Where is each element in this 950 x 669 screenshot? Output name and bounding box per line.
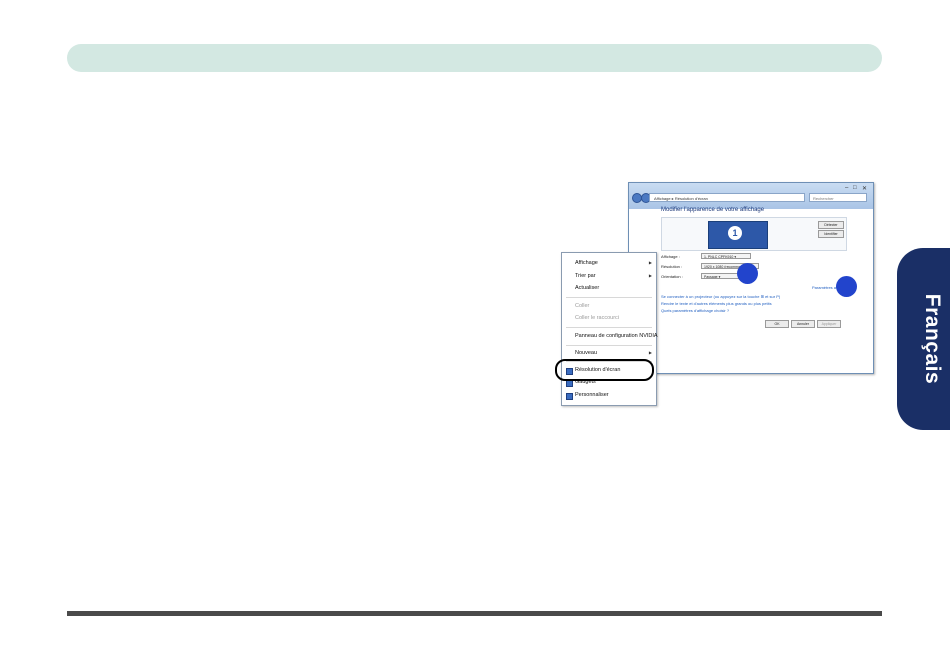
resolution-label: Résolution : xyxy=(661,264,683,269)
monitor-number: 1 xyxy=(728,226,742,240)
apply-button[interactable]: Appliquer xyxy=(817,320,841,328)
submenu-arrow-icon: ▶ xyxy=(648,260,652,265)
orientation-label: Orientation : xyxy=(661,274,683,279)
personalize-icon xyxy=(566,393,573,400)
menu-item-paste[interactable]: Coller xyxy=(575,303,589,309)
display-label: Affichage : xyxy=(661,254,680,259)
ok-button[interactable]: OK xyxy=(765,320,789,328)
projector-link[interactable]: Se connecter à un projecteur (ou appuyez… xyxy=(661,294,780,299)
identify-button[interactable]: Identifier xyxy=(818,230,844,238)
maximize-icon[interactable]: □ xyxy=(853,185,857,191)
menu-item-nvidia-control-panel[interactable]: Panneau de configuration NVIDIA xyxy=(575,333,658,339)
gadgets-icon xyxy=(566,380,573,387)
window-heading: Modifier l'apparence de votre affichage xyxy=(661,207,765,213)
search-input[interactable]: Rechercher xyxy=(809,193,867,202)
text-size-link[interactable]: Rendre le texte et d'autres éléments plu… xyxy=(661,301,772,306)
close-icon[interactable]: ✕ xyxy=(862,185,867,192)
menu-separator xyxy=(566,327,652,328)
header-bar xyxy=(67,44,882,72)
submenu-arrow-icon: ▶ xyxy=(648,350,652,355)
menu-item-sort-by[interactable]: Trier par xyxy=(575,273,596,279)
callout-marker-resolution xyxy=(737,263,758,284)
menu-item-personalize[interactable]: Personnaliser xyxy=(575,392,609,398)
language-tab: Français xyxy=(897,248,950,430)
highlight-ring xyxy=(555,359,654,381)
menu-item-new[interactable]: Nouveau xyxy=(575,350,597,356)
menu-separator xyxy=(566,345,652,346)
menu-item-view[interactable]: Affichage xyxy=(575,260,598,266)
callout-marker-advanced xyxy=(836,276,857,297)
menu-item-paste-shortcut[interactable]: Coller le raccourci xyxy=(575,315,619,321)
menu-separator xyxy=(566,297,652,298)
submenu-arrow-icon: ▶ xyxy=(648,273,652,278)
display-select[interactable]: 1. PNLC CPFK910 ▾ xyxy=(701,253,751,259)
menu-item-refresh[interactable]: Actualiser xyxy=(575,285,599,291)
cancel-button[interactable]: Annuler xyxy=(791,320,815,328)
monitor-icon[interactable]: 1 xyxy=(708,221,768,249)
footer-rule xyxy=(67,611,882,616)
window-title-bar: – □ ✕ Affichage ▸ Résolution d'écran Rec… xyxy=(629,183,873,209)
help-link[interactable]: Quels paramètres d'affichage choisir ? xyxy=(661,308,729,313)
language-tab-label: Français xyxy=(921,293,944,385)
detect-button[interactable]: Détecter xyxy=(818,221,844,229)
desktop-context-menu: Affichage ▶ Trier par ▶ Actualiser Colle… xyxy=(561,252,658,406)
minimize-icon[interactable]: – xyxy=(845,185,848,191)
address-bar[interactable]: Affichage ▸ Résolution d'écran xyxy=(649,193,805,202)
monitor-preview: 1 Détecter Identifier xyxy=(661,217,847,251)
